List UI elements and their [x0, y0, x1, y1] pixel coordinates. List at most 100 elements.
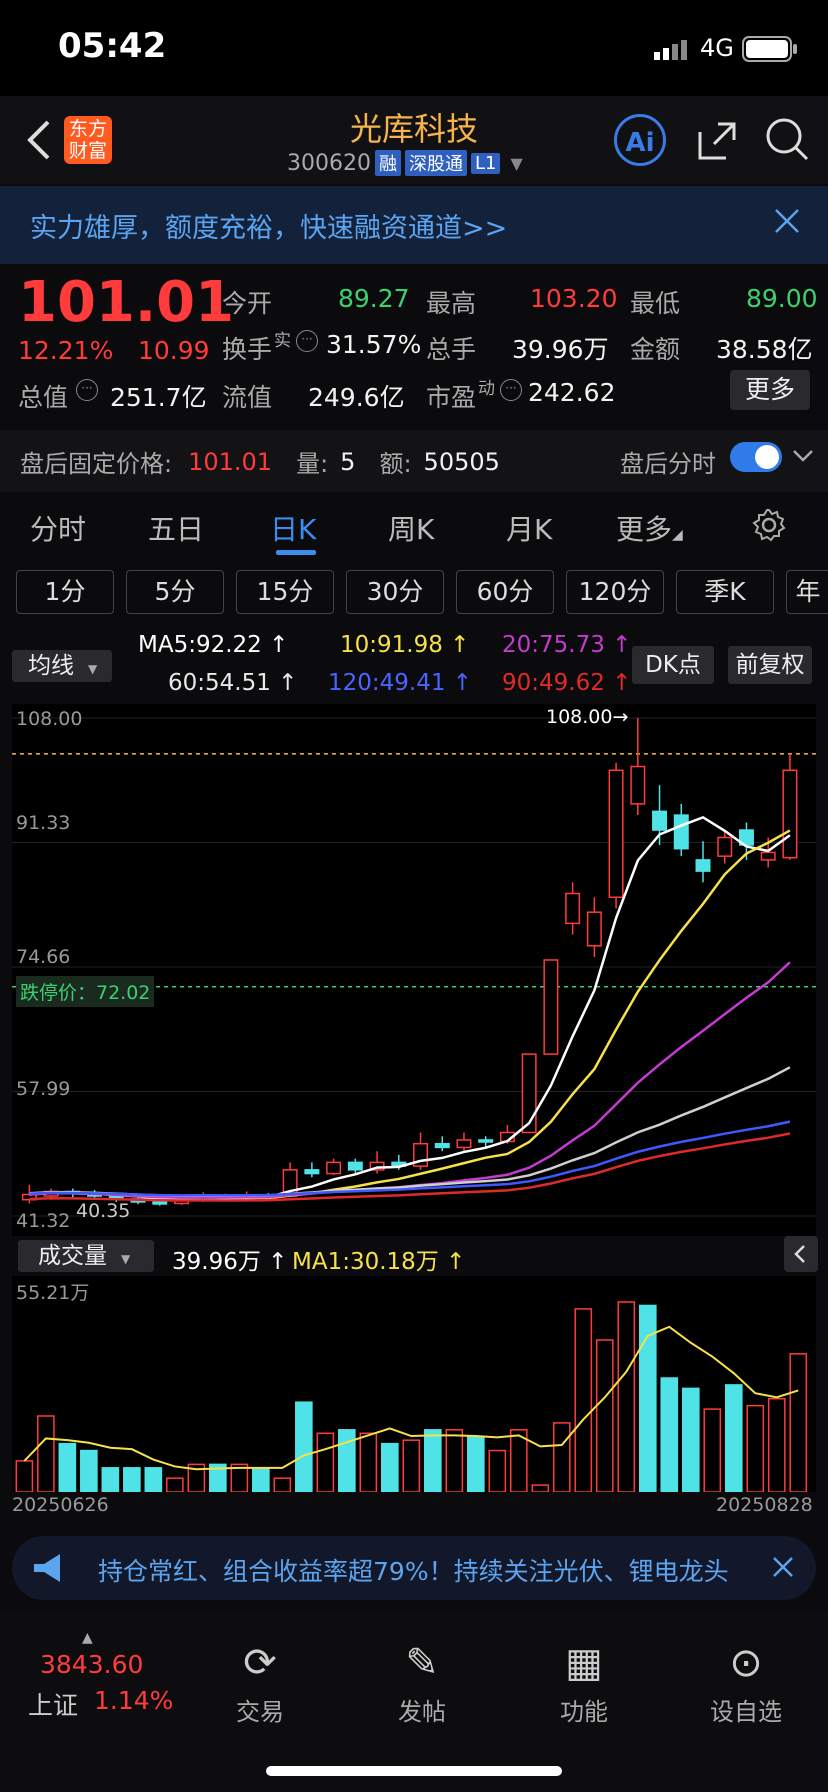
dk-point-label: DK点 [645, 652, 701, 678]
collapse-button[interactable] [784, 1236, 818, 1272]
y-label-4: 57.99 [16, 1078, 71, 1100]
volume-bar [15, 1460, 34, 1493]
more-circle-icon: ⊙ [729, 1640, 763, 1686]
nav-function-label: 功能 [560, 1698, 608, 1726]
low-mark: 40.35 [76, 1200, 131, 1222]
close-icon[interactable] [772, 1556, 794, 1582]
index-value[interactable]: 3843.60 [40, 1650, 143, 1679]
search-icon[interactable] [764, 116, 810, 166]
stock-code-row[interactable]: 300620 融 深股通 L1 ▼ [287, 150, 523, 176]
grid-icon: ▦ [565, 1640, 603, 1686]
nav-watchlist[interactable]: ⊙ 设自选 [686, 1640, 806, 1727]
pe-sup: 动 [478, 379, 495, 399]
volume-selector[interactable]: 成交量 ▼ [18, 1240, 154, 1272]
volume-bar [466, 1435, 485, 1493]
open-label: 今开 [222, 289, 273, 318]
high-value: 103.20 [530, 284, 618, 313]
turnover-value: 31.57% [326, 330, 422, 359]
candle-body [543, 959, 559, 1055]
candle-body [304, 1169, 320, 1175]
adjust-button[interactable]: 前复权 [728, 646, 812, 684]
active-tab-indicator [276, 550, 316, 555]
nav-function[interactable]: ▦ 功能 [524, 1640, 644, 1727]
subtab-5m[interactable]: 5分 [126, 570, 224, 614]
index-pct[interactable]: 1.14% [94, 1686, 173, 1715]
share-icon[interactable] [696, 118, 740, 166]
caret-icon: ◢ [672, 527, 683, 543]
index-name[interactable]: 上证 [28, 1686, 78, 1722]
ma20-label: 20:75.73 [502, 632, 605, 658]
volume-bar [681, 1387, 700, 1493]
ma-selector[interactable]: 均线 ▼ [12, 650, 112, 682]
volume-now-value: 39.96万 [172, 1249, 261, 1275]
chevron-left-icon [794, 1245, 805, 1263]
after-hours-label: 盘后固定价格: [20, 450, 173, 478]
after-hours-price: 101.01 [188, 447, 273, 476]
high-mark: 108.00→ [546, 706, 629, 728]
limit-down-label: 跌停价：72.02 [16, 976, 155, 1007]
kline-chart[interactable]: 108.00 91.33 74.66 57.99 41.32 跌停价：72.02… [12, 704, 816, 1236]
more-info-icon[interactable]: ··· [76, 379, 98, 401]
subtab-30m[interactable]: 30分 [346, 570, 444, 614]
candle-body [586, 911, 602, 947]
ma120-label: 120:49.41 [328, 670, 446, 696]
tab-five-day[interactable]: 五日 [148, 508, 204, 548]
volume-bar [101, 1467, 120, 1493]
chevron-down-icon[interactable] [792, 448, 814, 468]
last-price: 101.01 [18, 270, 235, 335]
candle-body [434, 1142, 450, 1149]
ma10-value: 10:91.98 ↑ [340, 632, 470, 658]
open-value: 89.27 [338, 284, 410, 313]
subtab-1m[interactable]: 1分 [16, 570, 114, 614]
tab-month-k[interactable]: 月K [506, 508, 552, 548]
tab-timeshare[interactable]: 分时 [30, 508, 86, 548]
candle-body [695, 859, 711, 872]
ma120-value: 120:49.41 ↑ [328, 670, 473, 696]
nav-trade[interactable]: ⟳ 交易 [200, 1640, 320, 1727]
subtab-15m[interactable]: 15分 [236, 570, 334, 614]
mktcap-label: 总值 [18, 383, 69, 412]
ma90-label: 90:49.62 [502, 670, 605, 696]
dk-point-button[interactable]: DK点 [632, 646, 714, 684]
more-info-icon[interactable]: ··· [296, 330, 318, 352]
volume-max-label: 55.21万 [16, 1282, 90, 1304]
after-hours-toggle[interactable] [730, 442, 782, 472]
nav-post-label: 发帖 [398, 1698, 446, 1726]
close-icon[interactable] [774, 208, 800, 238]
tab-week-k[interactable]: 周K [388, 508, 434, 548]
more-info-icon[interactable]: ··· [500, 379, 522, 401]
tab-more-label: 更多 [616, 513, 673, 546]
volume-chart[interactable]: 55.21万 [12, 1276, 816, 1493]
volume-bar [488, 1449, 507, 1493]
tab-day-k[interactable]: 日K [270, 508, 316, 548]
news-ticker-text[interactable]: 持仓常红、组合收益率超79%！持续关注光伏、锂电龙头 [98, 1552, 758, 1588]
trade-icon: ⟳ [243, 1640, 277, 1686]
nav-watchlist-label: 设自选 [710, 1698, 782, 1726]
subtab-60m[interactable]: 60分 [456, 570, 554, 614]
kline-svg[interactable] [12, 704, 816, 1236]
adjust-label: 前复权 [735, 652, 805, 678]
settings-icon[interactable] [752, 508, 786, 546]
after-hours-amt-label: 额: [379, 450, 412, 478]
candle-body [673, 814, 689, 850]
subtab-quarter-k[interactable]: 季K [676, 570, 774, 614]
caret-icon: ▼ [121, 1252, 131, 1266]
promo-banner-text[interactable]: 实力雄厚，额度充裕，快速融资通道>> [30, 206, 507, 245]
nav-post[interactable]: ✎ 发帖 [362, 1640, 482, 1727]
tab-more[interactable]: 更多◢ [616, 508, 683, 548]
more-button[interactable]: 更多 [730, 370, 810, 410]
ai-button[interactable]: Ai [614, 114, 666, 166]
volume-bar [617, 1301, 636, 1493]
y-label-3: 74.66 [16, 946, 71, 968]
subtab-120m[interactable]: 120分 [566, 570, 664, 614]
volume-bar [123, 1467, 141, 1493]
volume-bar [552, 1422, 571, 1493]
subtab-year-k[interactable]: 年 [786, 570, 828, 614]
volume-svg [15, 1301, 808, 1493]
volume-ma1-value: MA1:30.18万 [292, 1249, 439, 1275]
megaphone-icon [30, 1552, 66, 1588]
amount-label: 金额 [630, 335, 681, 364]
after-hours-info: 盘后固定价格: 101.01 量: 5 额: 50505 [20, 444, 500, 479]
volume-ma1: MA1:30.18万 ↑ [292, 1249, 466, 1275]
volume-bar [359, 1432, 378, 1493]
